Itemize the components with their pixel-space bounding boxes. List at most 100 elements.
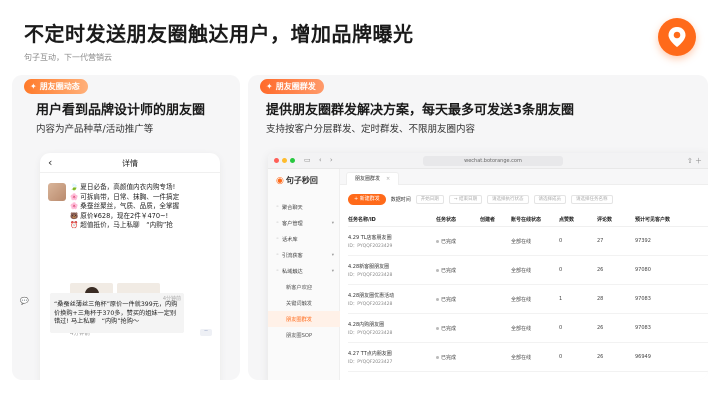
filter-toolbar: + 新建群发 数据时间 开始日期 → 结束日期 请选择执行状态 请选择成员 请选… — [348, 193, 708, 205]
comments-cell: 26 — [597, 267, 604, 273]
likes-cell: 0 — [559, 354, 563, 360]
sidebar-item[interactable]: ◦ 客户管理 ▾ — [268, 215, 340, 231]
table-row[interactable]: 4.27 TT点内朋友圈 ID：PYQQF2023427 已完成 全部在线 0 26 969… — [348, 343, 708, 372]
chevron-down-icon: ▾ — [331, 268, 334, 274]
chat-icon: ◦ — [276, 204, 279, 210]
status-text: 已完成 — [441, 267, 457, 274]
table-row[interactable]: 4.28朋友圈优惠活动 ID：PYQQF2023428 已完成 全部在线 1 28 9708… — [348, 285, 708, 314]
task-table: 任务名称/ID 任务状态 创建者 账号在线状态 点赞数 评论数 预计可见客户数 … — [348, 213, 708, 372]
likes-cell: 0 — [559, 325, 563, 331]
sidebar-item[interactable]: ◦ 聚合聊天 — [268, 199, 340, 215]
status-cell: 已完成 — [436, 296, 480, 303]
status-select[interactable]: 请选择执行状态 — [487, 194, 529, 204]
browser-window: ▭ ‹ › wechat.botorange.com ⇧ ＋ ◉ 句子秒回 ◦ 聚… — [268, 153, 708, 380]
status-text: 已完成 — [441, 354, 457, 361]
column-header: 任务名称/ID — [348, 217, 376, 223]
task-name-cell: 4.27 TT点内朋友圈 ID：PYQQF2023427 — [348, 350, 436, 365]
location-pin-icon: ◉ — [276, 175, 284, 186]
location-pin-icon — [668, 27, 686, 47]
card-heading: 提供朋友圈群发解决方案，每天最多可发送3条朋友圈 — [266, 103, 575, 118]
card-tag: ✦ 朋友圈群发 — [260, 79, 324, 94]
avatar[interactable] — [48, 183, 66, 201]
comment-text: “桑蚕丝薄丝三角杯”原价一件就399元，内购价换购+三角杯于370多，赞买的姐妹… — [54, 301, 178, 325]
nav-icons[interactable]: ▭ ‹ › — [304, 156, 336, 164]
status-text: 已完成 — [441, 238, 457, 245]
phone-title: 详情 — [122, 159, 138, 168]
sidebar-item[interactable]: ◦ 私域触达 ▾ — [268, 263, 340, 279]
share-icon[interactable]: ⇧ ＋ — [687, 156, 702, 166]
online-cell: 全部在线 — [511, 354, 532, 361]
more-icon[interactable]: ·· — [200, 329, 212, 336]
user-icon: ◦ — [276, 220, 279, 226]
reach-cell: 97083 — [635, 296, 651, 302]
task-id: ID：PYQQF2023428 — [348, 330, 393, 336]
sidebar-item-label: 关键词触发 — [286, 300, 312, 307]
slide-title: 不定时发送朋友圈触达用户，增加品牌曝光 — [24, 22, 414, 46]
sparkle-icon: ✦ — [266, 82, 273, 91]
start-date-input[interactable]: 开始日期 — [415, 194, 444, 204]
moments-feed-card: ✦ 朋友圈动态 用户看到品牌设计师的朋友圈 内容为产品种草/活动推广等 ‹ 详情… — [12, 75, 240, 380]
minimize-window-button[interactable] — [282, 158, 287, 163]
flow-icon: ◦ — [276, 252, 279, 258]
tab-group-send[interactable]: 朋友圈群发 × — [346, 172, 400, 185]
column-header: 创建者 — [480, 217, 496, 223]
task-name-select[interactable]: 请选择任务名称 — [571, 194, 613, 204]
table-row[interactable]: 4.28新客服朋友圈 ID：PYQQF2023428 已完成 全部在线 0 26 97080 — [348, 256, 708, 285]
app-main: 朋友圈群发 × + 新建群发 数据时间 开始日期 → 结束日期 请选择执行状态 请… — [340, 169, 708, 380]
task-id: ID：PYQQF2023428 — [348, 272, 393, 278]
status-dot — [436, 239, 439, 243]
post-text: 🍃 夏日必备，高颜值内衣内购专场! 🌸 可拆肩带，日常、抹胸、一件搞定 🌸 桑蚕… — [70, 183, 216, 231]
sidebar-item[interactable]: 关键词触发 — [268, 295, 340, 311]
table-row[interactable]: 4.29 TL店客朋友圈 ID：PYQQF2023429 已完成 全部在线 0 27 973… — [348, 227, 708, 256]
post-line: 🌸 可拆肩带，日常、抹胸、一件搞定 — [70, 192, 180, 201]
sidebar-item[interactable]: 新客户欢迎 — [268, 279, 340, 295]
member-select[interactable]: 请选择成员 — [533, 194, 566, 204]
close-icon[interactable]: × — [386, 176, 390, 182]
task-id: ID：PYQQF2023428 — [348, 301, 393, 307]
address-bar[interactable]: wechat.botorange.com — [423, 156, 563, 166]
online-cell: 全部在线 — [511, 296, 532, 303]
end-date-input[interactable]: → 结束日期 — [448, 194, 482, 204]
likes-cell: 0 — [559, 267, 563, 273]
comments-cell: 26 — [597, 325, 604, 331]
task-name: 4.28朋友圈优惠活动 — [348, 292, 395, 299]
status-cell: 已完成 — [436, 325, 480, 332]
status-text: 已完成 — [441, 296, 457, 303]
tab-bar: 朋友圈群发 × — [340, 169, 708, 185]
task-name-cell: 4.28内购朋友圈 ID：PYQQF2023428 — [348, 321, 436, 336]
column-header: 预计可见客户数 — [635, 217, 671, 223]
post-line: 🌸 桑蚕丝聚丝，气质、品质，全掌握 — [70, 202, 180, 210]
task-name-cell: 4.28朋友圈优惠活动 ID：PYQQF2023428 — [348, 292, 436, 307]
sidebar-item[interactable]: ◦ 引流获客 ▾ — [268, 247, 340, 263]
new-group-send-button[interactable]: + 新建群发 — [348, 193, 386, 205]
close-window-button[interactable] — [274, 158, 279, 163]
group-send-card: ✦ 朋友圈群发 提供朋友圈群发解决方案，每天最多可发送3条朋友圈 支持按客户分层… — [248, 75, 708, 380]
comments-cell: 27 — [597, 238, 604, 244]
online-cell: 全部在线 — [511, 238, 532, 245]
sidebar-item[interactable]: 朋友圈群发 — [268, 311, 340, 327]
card-description: 内容为产品种草/活动推广等 — [36, 124, 154, 135]
table-body: 4.29 TL店客朋友圈 ID：PYQQF2023429 已完成 全部在线 0 27 973… — [348, 227, 708, 372]
likes-cell: 0 — [559, 238, 563, 244]
window-controls — [274, 158, 295, 163]
chevron-down-icon: ▾ — [331, 252, 334, 258]
sidebar-item-label: 新客户欢迎 — [286, 284, 312, 291]
status-dot — [436, 326, 439, 330]
comments-cell: 26 — [597, 354, 604, 360]
sparkle-icon: ✦ — [30, 82, 37, 91]
column-header: 任务状态 — [436, 217, 457, 223]
column-header: 评论数 — [597, 217, 613, 223]
sidebar-item[interactable]: ◦ 话术库 — [268, 231, 340, 247]
status-cell: 已完成 — [436, 354, 480, 361]
sidebar-item-label: 私域触达 — [281, 268, 303, 275]
status-cell: 已完成 — [436, 267, 480, 274]
sidebar-item-label: 话术库 — [281, 236, 298, 243]
maximize-window-button[interactable] — [290, 158, 295, 163]
table-row[interactable]: 4.28内购朋友圈 ID：PYQQF2023428 已完成 全部在线 0 26 97083 — [348, 314, 708, 343]
sidebar-item-label: 朋友圈SOP — [286, 332, 313, 339]
send-icon: ◦ — [276, 268, 279, 274]
likes-cell: 1 — [559, 296, 563, 302]
reach-cell: 97392 — [635, 238, 651, 244]
post-line: ⏰ 超值抵价，马上私聊 “内购”抢 — [70, 221, 173, 229]
sidebar-item[interactable]: 朋友圈SOP — [268, 327, 340, 343]
